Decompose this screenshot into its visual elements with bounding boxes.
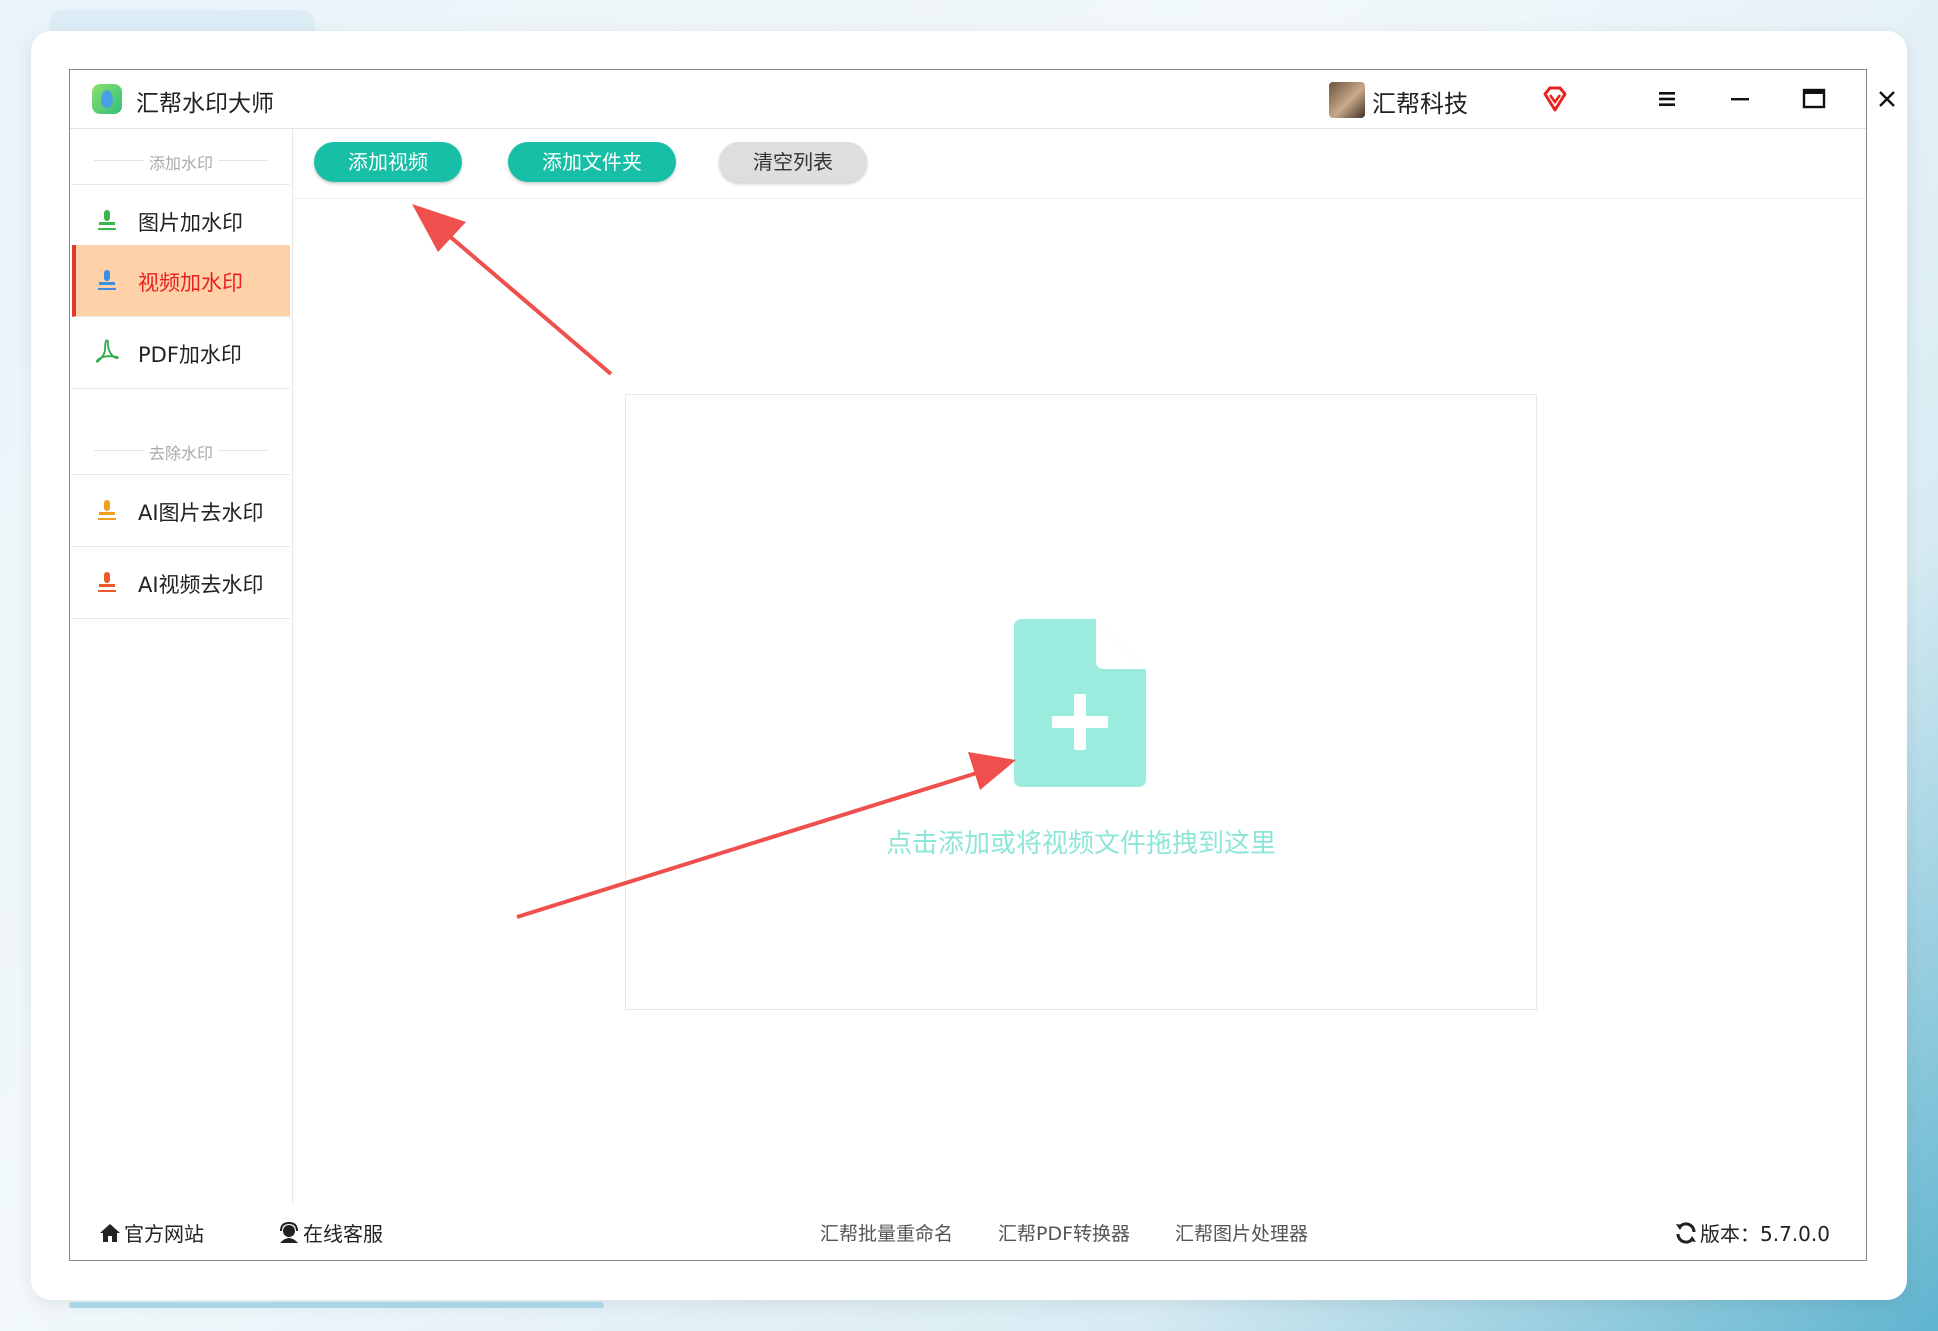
customer-service-icon xyxy=(280,1221,298,1243)
section-label-remove: 去除水印 xyxy=(148,444,213,463)
sidebar: 添加水印 图片加水印 视频加水印 PDF加水印 去除水印 AI图片去水印 AI视… xyxy=(70,128,293,1204)
title-bar: 汇帮水印大师 汇帮科技 xyxy=(70,70,1895,129)
drop-hint-text: 点击添加或将视频文件拖拽到这里 xyxy=(885,829,1276,859)
website-label: 官方网站 xyxy=(124,1222,204,1246)
video-stamp-icon xyxy=(98,270,116,290)
add-file-icon xyxy=(1014,619,1146,787)
add-video-button[interactable]: 添加视频 xyxy=(314,142,462,182)
background-strip xyxy=(69,1302,604,1308)
online-support-link[interactable]: 在线客服 xyxy=(277,1218,383,1247)
sidebar-item-video-watermark[interactable]: 视频加水印 xyxy=(72,245,290,317)
official-website-link[interactable]: 官方网站 xyxy=(98,1218,204,1247)
version-number: 5.7.0.0 xyxy=(1760,1222,1830,1246)
clear-list-button[interactable]: 清空列表 xyxy=(719,142,867,182)
divider xyxy=(218,160,268,161)
menu-icon[interactable] xyxy=(1654,86,1680,112)
image-stamp-icon xyxy=(98,210,116,230)
divider xyxy=(94,160,144,161)
sidebar-item-ai-video-remove[interactable]: AI视频去水印 xyxy=(72,547,290,619)
support-label: 在线客服 xyxy=(303,1222,383,1246)
sidebar-section-remove: 去除水印 xyxy=(70,440,292,463)
batch-rename-link[interactable]: 汇帮批量重命名 xyxy=(820,1219,953,1246)
close-icon[interactable] xyxy=(1874,86,1900,112)
app-title: 汇帮水印大师 xyxy=(136,91,274,117)
sidebar-item-label: 视频加水印 xyxy=(138,271,243,295)
user-avatar[interactable] xyxy=(1329,82,1365,118)
vip-diamond-icon[interactable] xyxy=(1541,85,1569,113)
sidebar-section-add: 添加水印 xyxy=(70,150,292,173)
divider xyxy=(218,450,268,451)
app-window: 汇帮水印大师 汇帮科技 添加水印 图片加水印 视频加水印 PDF加水印 去除水印… xyxy=(69,69,1895,1261)
image-processor-link[interactable]: 汇帮图片处理器 xyxy=(1175,1219,1308,1246)
sidebar-item-pdf-watermark[interactable]: PDF加水印 xyxy=(72,317,290,389)
sidebar-item-label: AI视频去水印 xyxy=(138,573,264,597)
ai-image-stamp-icon xyxy=(98,500,116,520)
divider xyxy=(94,450,144,451)
user-name[interactable]: 汇帮科技 xyxy=(1372,84,1468,119)
sidebar-item-ai-image-remove[interactable]: AI图片去水印 xyxy=(72,475,290,547)
sidebar-item-label: AI图片去水印 xyxy=(138,501,264,525)
refresh-icon xyxy=(1676,1222,1696,1244)
version-info[interactable]: 版本：5.7.0.0 xyxy=(1674,1218,1830,1247)
home-icon xyxy=(100,1224,120,1242)
sidebar-item-label: PDF加水印 xyxy=(138,343,242,367)
pdf-converter-link[interactable]: 汇帮PDF转换器 xyxy=(998,1219,1130,1246)
version-label: 版本： xyxy=(1700,1222,1760,1246)
add-folder-button[interactable]: 添加文件夹 xyxy=(508,142,676,182)
section-label-add: 添加水印 xyxy=(148,154,213,173)
pdf-icon xyxy=(95,339,119,363)
status-bar: 官方网站 在线客服 汇帮批量重命名 汇帮PDF转换器 汇帮图片处理器 版本：5.… xyxy=(70,1204,1866,1260)
ai-video-stamp-icon xyxy=(98,572,116,592)
sidebar-item-label: 图片加水印 xyxy=(138,211,243,235)
maximize-icon[interactable] xyxy=(1801,86,1827,112)
file-drop-zone[interactable]: 点击添加或将视频文件拖拽到这里 xyxy=(625,394,1537,1010)
minimize-icon[interactable] xyxy=(1727,86,1753,112)
app-logo-icon xyxy=(92,84,122,114)
toolbar: 添加视频 添加文件夹 清空列表 xyxy=(292,128,1866,199)
